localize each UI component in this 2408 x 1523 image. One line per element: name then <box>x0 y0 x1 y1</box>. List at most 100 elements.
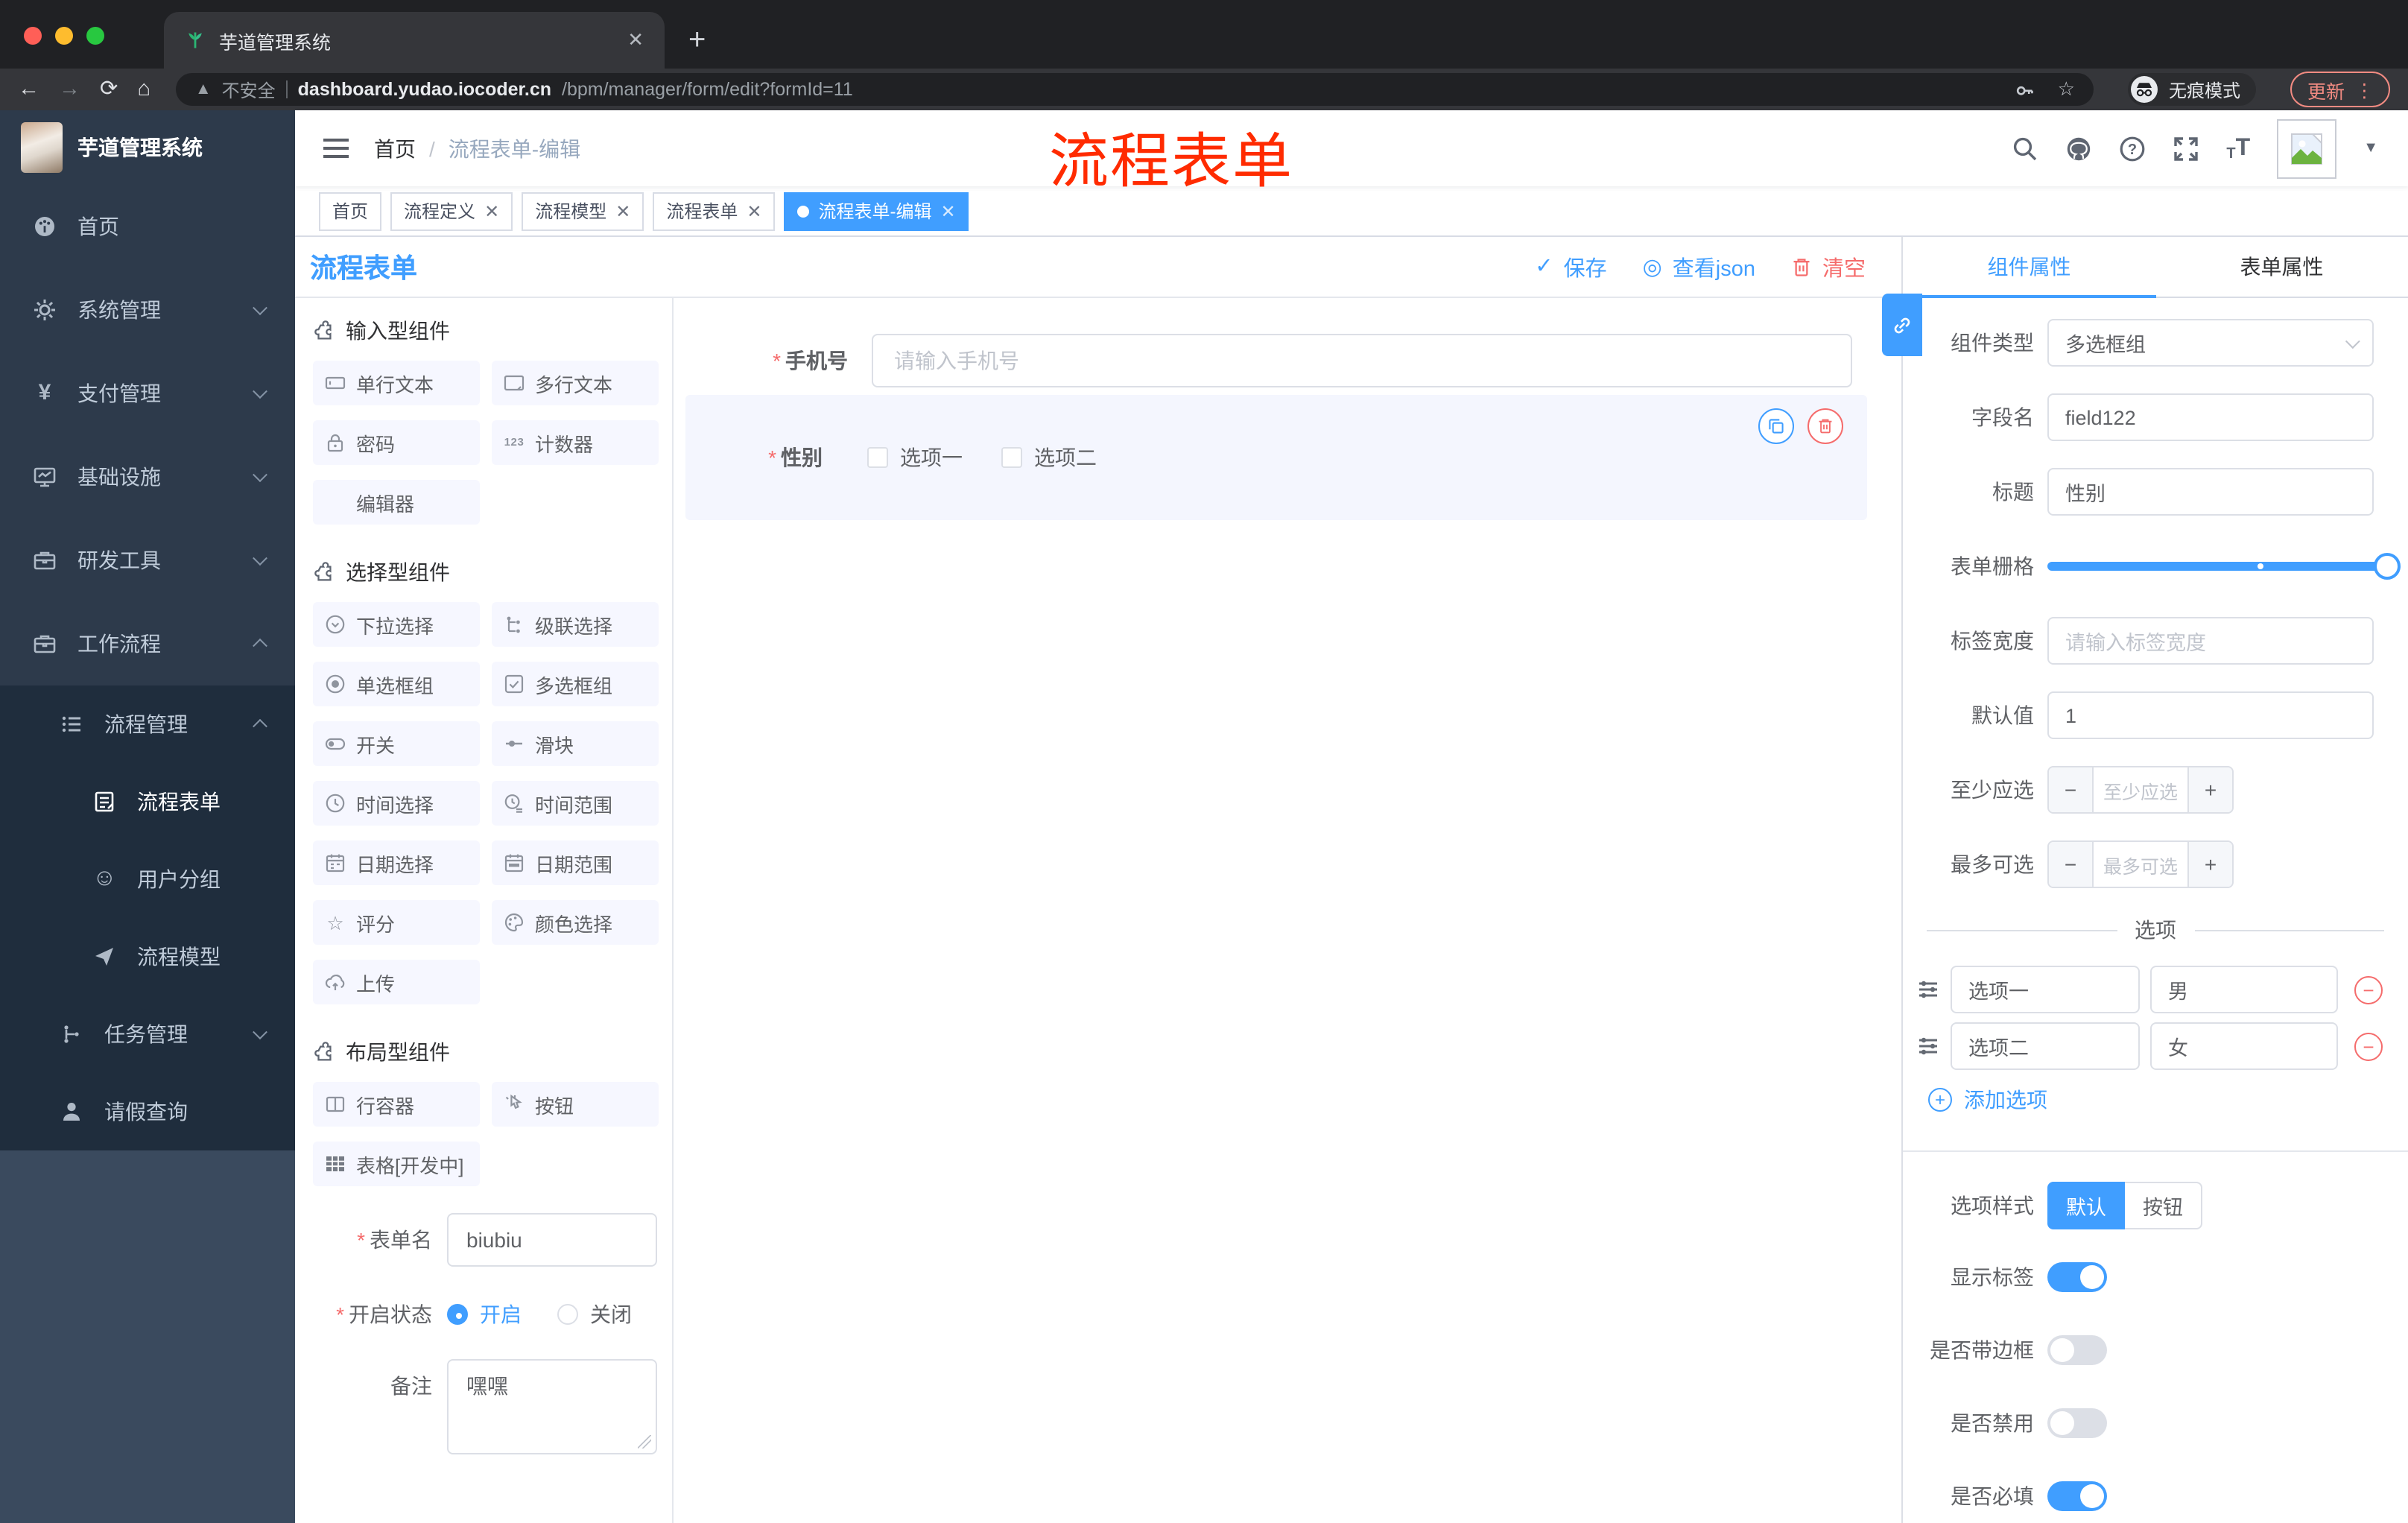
border-toggle[interactable] <box>2047 1335 2107 1365</box>
sidebar-item-process-mgmt[interactable]: 流程管理 <box>0 685 295 763</box>
sidebar-item-user-group[interactable]: ☺ 用户分组 <box>0 840 295 918</box>
component-type-select[interactable]: 多选框组 <box>2047 319 2374 367</box>
address-bar[interactable]: ▲ 不安全 dashboard.yudao.iocoder.cn /bpm/ma… <box>175 73 2094 106</box>
tag-close-icon[interactable]: ✕ <box>484 200 499 221</box>
back-icon[interactable]: ← <box>18 78 39 101</box>
checkbox-option-2[interactable]: 选项二 <box>1001 443 1097 472</box>
tag-process-form-edit[interactable]: 流程表单-编辑 ✕ <box>784 191 969 230</box>
forward-icon[interactable]: → <box>59 78 80 101</box>
component-color-picker[interactable]: 颜色选择 <box>492 900 659 945</box>
option-name-input[interactable]: 选项一 <box>1951 966 2140 1013</box>
component-single-line-text[interactable]: 单行文本 <box>313 361 480 405</box>
form-grid-slider[interactable] <box>2047 542 2401 590</box>
sidebar-item-devtools[interactable]: 研发工具 <box>0 519 295 602</box>
component-time-picker[interactable]: 时间选择 <box>313 781 480 826</box>
phone-input[interactable]: 请输入手机号 <box>872 334 1852 387</box>
tag-close-icon[interactable]: ✕ <box>941 200 956 221</box>
component-rate[interactable]: ☆ 评分 <box>313 900 480 945</box>
search-icon[interactable] <box>2012 135 2038 162</box>
tag-process-form[interactable]: 流程表单 ✕ <box>653 191 776 230</box>
clear-button[interactable]: 清空 <box>1791 251 1866 282</box>
sidebar-item-system[interactable]: 系统管理 <box>0 268 295 352</box>
bookmark-star-icon[interactable]: ☆ <box>2058 77 2075 101</box>
browser-tab[interactable]: 芋道管理系统 ✕ <box>164 12 665 69</box>
tag-home[interactable]: 首页 <box>319 191 382 230</box>
component-counter[interactable]: 123 计数器 <box>492 420 659 465</box>
tag-close-icon[interactable]: ✕ <box>615 200 630 221</box>
radio-on[interactable] <box>447 1304 468 1325</box>
radio-off-label[interactable]: 关闭 <box>590 1299 632 1329</box>
tab-close-icon[interactable]: ✕ <box>627 28 644 52</box>
fullscreen-icon[interactable] <box>2173 135 2199 162</box>
checkbox-option-1[interactable]: 选项一 <box>867 443 963 472</box>
reload-icon[interactable]: ⟳ <box>100 78 118 101</box>
caret-down-icon[interactable]: ▼ <box>2363 140 2378 156</box>
component-slider[interactable]: 滑块 <box>492 721 659 766</box>
component-table-wip[interactable]: 表格[开发中] <box>313 1142 480 1186</box>
hamburger-icon[interactable] <box>323 139 349 158</box>
canvas-phone-field[interactable]: * 手机号 请输入手机号 <box>674 334 1901 387</box>
component-multi-line-text[interactable]: 多行文本 <box>492 361 659 405</box>
default-value-input[interactable]: 1 <box>2047 691 2374 739</box>
key-icon[interactable] <box>2015 79 2035 100</box>
option-value-input[interactable]: 男 <box>2150 966 2338 1013</box>
sidebar-item-infra[interactable]: 基础设施 <box>0 435 295 519</box>
form-name-input[interactable]: biubiu <box>447 1213 657 1267</box>
minus-icon[interactable]: − <box>2049 767 2092 812</box>
component-date-range[interactable]: 日期范围 <box>492 840 659 885</box>
browser-menu-icon[interactable]: ⋮ <box>2355 78 2374 101</box>
remove-option-icon[interactable]: − <box>2354 1032 2383 1060</box>
github-icon[interactable] <box>2065 135 2092 162</box>
bind-link-tab[interactable] <box>1882 294 1922 356</box>
component-button[interactable]: 按钮 <box>492 1082 659 1127</box>
copy-component-button[interactable] <box>1758 408 1794 444</box>
remove-option-icon[interactable]: − <box>2354 975 2383 1004</box>
slider-thumb[interactable] <box>2374 553 2401 580</box>
component-checkbox-group[interactable]: 多选框组 <box>492 662 659 706</box>
form-remark-textarea[interactable]: 嘿嘿 <box>447 1359 657 1454</box>
sidebar-item-home[interactable]: 首页 <box>0 185 295 268</box>
radio-off[interactable] <box>557 1304 578 1325</box>
sidebar-item-process-model[interactable]: 流程模型 <box>0 918 295 995</box>
save-button[interactable]: ✓ 保存 <box>1535 251 1606 282</box>
sidebar-item-process-form[interactable]: 流程表单 <box>0 763 295 840</box>
plus-icon[interactable]: + <box>2189 842 2232 887</box>
component-password[interactable]: 密码 <box>313 420 480 465</box>
disabled-toggle[interactable] <box>2047 1408 2107 1438</box>
close-window-button[interactable] <box>24 27 42 45</box>
checkbox-box[interactable] <box>1001 447 1022 468</box>
option-style-button[interactable]: 按钮 <box>2125 1182 2202 1229</box>
sidebar-item-leave-query[interactable]: 请假查询 <box>0 1073 295 1150</box>
drag-handle-icon[interactable] <box>1916 978 1940 1001</box>
minus-icon[interactable]: − <box>2049 842 2092 887</box>
component-radio-group[interactable]: 单选框组 <box>313 662 480 706</box>
component-date-picker[interactable]: 日期选择 <box>313 840 480 885</box>
slider-track[interactable] <box>2047 553 2401 580</box>
radio-on-label[interactable]: 开启 <box>480 1299 522 1329</box>
component-editor[interactable]: 编辑器 <box>313 480 480 525</box>
component-row-container[interactable]: 行容器 <box>313 1082 480 1127</box>
checkbox-box[interactable] <box>867 447 888 468</box>
tab-component-props[interactable]: 组件属性 <box>1903 237 2155 298</box>
component-select[interactable]: 下拉选择 <box>313 602 480 647</box>
plus-icon[interactable]: + <box>2189 767 2232 812</box>
new-tab-button[interactable]: + <box>688 23 706 57</box>
label-width-input[interactable]: 请输入标签宽度 <box>2047 617 2374 665</box>
breadcrumb-home[interactable]: 首页 <box>374 133 416 163</box>
drag-handle-icon[interactable] <box>1916 1034 1940 1058</box>
component-upload[interactable]: 上传 <box>313 960 480 1004</box>
canvas-selected-component[interactable]: * 性别 选项一 选项二 <box>685 395 1867 520</box>
font-size-icon[interactable]: TT <box>2226 135 2250 162</box>
help-icon[interactable]: ? <box>2119 135 2146 162</box>
option-value-input[interactable]: 女 <box>2150 1022 2338 1070</box>
avatar[interactable] <box>2277 118 2337 178</box>
tag-process-model[interactable]: 流程模型 ✕ <box>522 191 644 230</box>
view-json-button[interactable]: ◎ 查看json <box>1643 251 1755 282</box>
component-cascader[interactable]: 级联选择 <box>492 602 659 647</box>
max-select-input[interactable]: 最多可选 <box>2092 842 2189 887</box>
tag-process-definition[interactable]: 流程定义 ✕ <box>390 191 513 230</box>
tag-close-icon[interactable]: ✕ <box>747 200 761 221</box>
update-button[interactable]: 更新 ⋮ <box>2290 72 2390 107</box>
add-option-button[interactable]: + 添加选项 <box>1928 1085 2408 1115</box>
min-select-input[interactable]: 至少应选 <box>2092 767 2189 812</box>
